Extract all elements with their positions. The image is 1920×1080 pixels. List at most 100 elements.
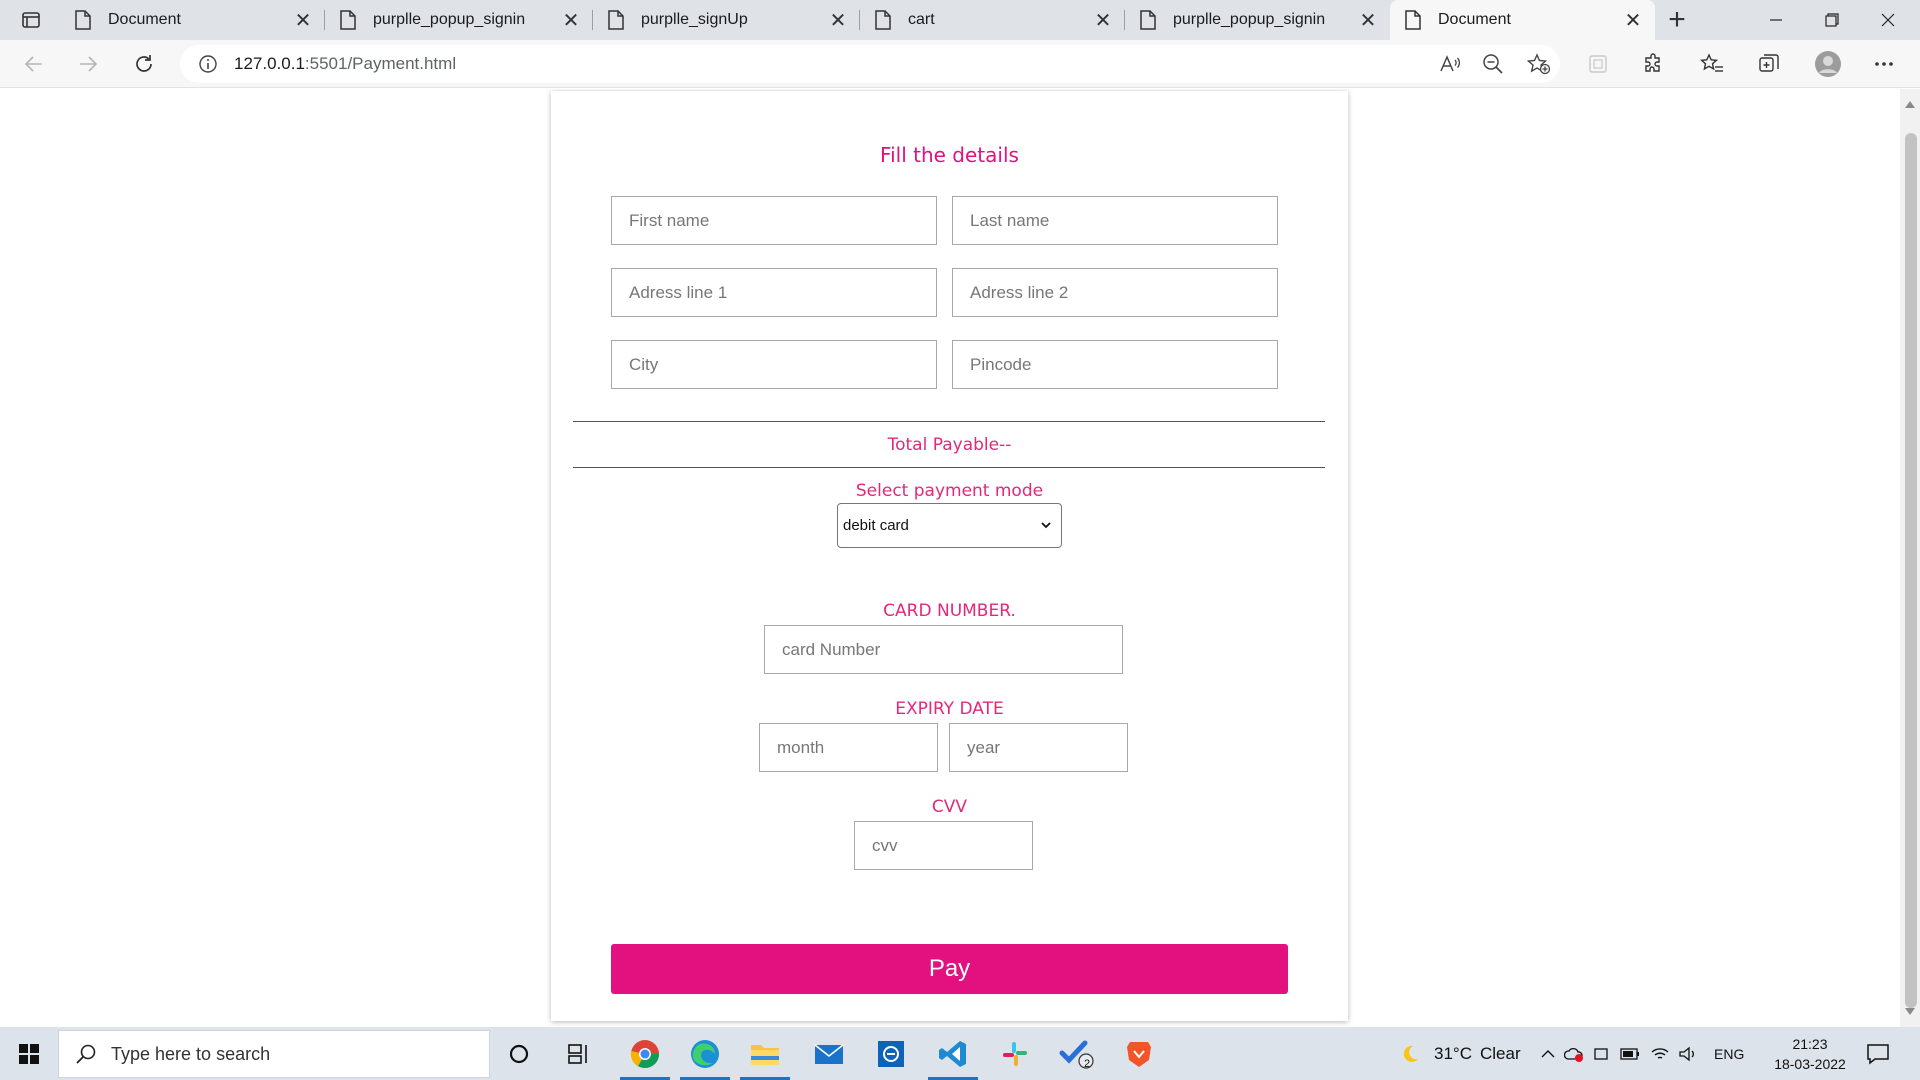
extensions-icon[interactable] <box>1636 48 1672 80</box>
card-number-input[interactable]: card Number <box>764 625 1123 674</box>
address-line-1-input[interactable]: Adress line 1 <box>611 268 937 317</box>
extension-disabled-icon[interactable] <box>1580 48 1616 80</box>
brave-icon[interactable] <box>1110 1027 1168 1080</box>
file-explorer-icon[interactable] <box>736 1027 794 1080</box>
tab-document-active[interactable]: Document ✕ <box>1390 0 1655 40</box>
scroll-down-icon[interactable] <box>1905 1008 1915 1015</box>
chrome-icon[interactable] <box>616 1027 674 1080</box>
form-heading: Fill the details <box>880 143 1019 167</box>
read-aloud-icon[interactable] <box>1432 48 1468 80</box>
scroll-up-icon[interactable] <box>1905 101 1915 108</box>
chevron-up-icon[interactable] <box>1540 1046 1556 1062</box>
windows-logo-icon <box>19 1043 39 1064</box>
info-icon[interactable] <box>198 54 218 74</box>
weather-desc: Clear <box>1479 1043 1521 1063</box>
notifications-icon[interactable] <box>1864 1040 1892 1068</box>
document-icon <box>875 10 891 30</box>
tab-document-1[interactable]: Document ✕ <box>60 0 325 40</box>
clock-time: 21:23 <box>1792 1036 1828 1052</box>
first-name-input[interactable]: First name <box>611 196 937 245</box>
pay-button[interactable]: Pay <box>611 944 1288 994</box>
page-scrollbar[interactable] <box>1900 89 1920 1027</box>
battery-icon[interactable] <box>1620 1047 1640 1061</box>
expiry-year-input[interactable]: year <box>949 723 1128 772</box>
divider <box>573 467 1325 468</box>
mail-icon[interactable] <box>800 1027 858 1080</box>
document-icon <box>608 10 624 30</box>
add-favorite-icon[interactable] <box>1521 48 1557 80</box>
url-text[interactable]: 127.0.0.1:5501/Payment.html <box>234 54 456 74</box>
divider <box>573 421 1325 422</box>
wifi-icon[interactable] <box>1650 1045 1670 1063</box>
browser-toolbar: 127.0.0.1:5501/Payment.html <box>0 40 1920 88</box>
back-button[interactable] <box>16 48 52 80</box>
onedrive-icon[interactable] <box>1564 1045 1584 1063</box>
url-host: 127.0.0.1 <box>234 54 305 73</box>
card-number-label: CARD NUMBER. <box>883 601 1016 621</box>
tab-strip: Document ✕ purplle_popup_signin ✕ purpll… <box>0 0 1920 40</box>
close-icon[interactable]: ✕ <box>293 10 313 32</box>
tab-title: cart <box>908 11 935 28</box>
tab-cart[interactable]: cart ✕ <box>860 0 1125 40</box>
volume-icon[interactable] <box>1678 1045 1698 1063</box>
new-tab-button[interactable]: + <box>1660 3 1694 36</box>
payment-mode-value: debit card <box>843 517 909 534</box>
windows-taskbar: Type here to search 2 31°C Clear ENG 21:… <box>0 1027 1920 1080</box>
tab-purplle-signup[interactable]: purplle_signUp ✕ <box>593 0 860 40</box>
url-path: :5501/Payment.html <box>304 54 457 73</box>
close-icon[interactable]: ✕ <box>1623 10 1643 32</box>
weather-widget[interactable]: 31°C Clear <box>1398 1027 1521 1080</box>
restore-button[interactable] <box>1804 0 1860 40</box>
payment-mode-select[interactable]: debit card <box>837 503 1062 548</box>
tab-purplle-popup-signin-2[interactable]: purplle_popup_signin ✕ <box>1125 0 1390 40</box>
forward-button[interactable] <box>70 48 106 80</box>
total-payable-text: Total Payable-- <box>887 435 1012 455</box>
task-view-icon[interactable] <box>550 1027 608 1080</box>
document-icon <box>340 10 356 30</box>
weather-temp: 31°C <box>1434 1043 1472 1063</box>
tab-title: Document <box>108 11 181 28</box>
app-icon[interactable] <box>862 1027 920 1080</box>
address-bar[interactable]: 127.0.0.1:5501/Payment.html <box>180 45 1560 83</box>
slack-icon[interactable] <box>986 1027 1044 1080</box>
refresh-button[interactable] <box>126 48 162 80</box>
close-icon[interactable]: ✕ <box>561 10 581 32</box>
tab-title: purplle_popup_signin <box>1173 11 1326 28</box>
taskbar-search[interactable]: Type here to search <box>58 1030 490 1078</box>
close-icon[interactable]: ✕ <box>828 10 848 32</box>
collections-icon[interactable] <box>1751 48 1787 80</box>
zoom-out-icon[interactable] <box>1475 48 1511 80</box>
cvv-input[interactable]: cvv <box>854 821 1033 870</box>
last-name-input[interactable]: Last name <box>952 196 1278 245</box>
meet-now-icon[interactable] <box>1592 1045 1610 1063</box>
page-viewport: Fill the details First name Last name Ad… <box>0 89 1900 1027</box>
window-close-button[interactable] <box>1860 0 1916 40</box>
close-icon[interactable]: ✕ <box>1093 10 1113 32</box>
vscode-icon[interactable] <box>924 1027 982 1080</box>
tab-title: purplle_popup_signin <box>373 11 526 28</box>
close-icon[interactable]: ✕ <box>1358 10 1378 32</box>
more-options-icon[interactable] <box>1866 48 1902 80</box>
minimize-button[interactable] <box>1748 0 1804 40</box>
tab-title: Document <box>1438 11 1511 28</box>
expiry-month-input[interactable]: month <box>759 723 938 772</box>
profile-avatar[interactable] <box>1810 48 1846 80</box>
pincode-input[interactable]: Pincode <box>952 340 1278 389</box>
tab-actions-icon[interactable] <box>12 6 50 34</box>
edge-icon[interactable] <box>676 1027 734 1080</box>
system-clock[interactable]: 21:23 18-03-2022 <box>1762 1034 1858 1074</box>
clock-date: 18-03-2022 <box>1774 1056 1846 1072</box>
document-icon <box>1140 10 1156 30</box>
cortana-icon[interactable] <box>490 1027 548 1080</box>
todo-icon[interactable]: 2 <box>1048 1027 1106 1080</box>
tab-purplle-popup-signin-1[interactable]: purplle_popup_signin ✕ <box>325 0 593 40</box>
scrollbar-thumb[interactable] <box>1905 133 1917 1008</box>
document-icon <box>75 10 91 30</box>
language-indicator[interactable]: ENG <box>1714 1046 1744 1062</box>
search-placeholder: Type here to search <box>111 1043 271 1064</box>
favorites-icon[interactable] <box>1694 48 1730 80</box>
payment-mode-label: Select payment mode <box>855 481 1044 501</box>
address-line-2-input[interactable]: Adress line 2 <box>952 268 1278 317</box>
start-button[interactable] <box>0 1027 58 1080</box>
city-input[interactable]: City <box>611 340 937 389</box>
